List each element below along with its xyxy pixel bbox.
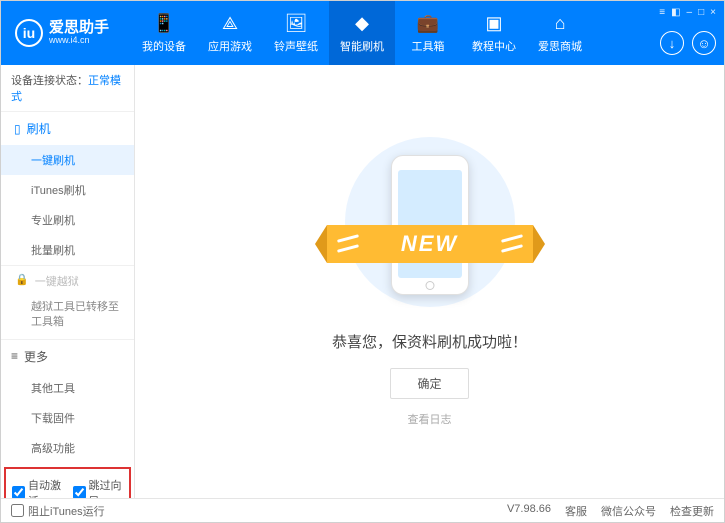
account-button[interactable]: ☺ (692, 31, 716, 55)
nav-toolbox[interactable]: 💼工具箱 (395, 1, 461, 65)
wallpaper-icon: 🖼 (285, 13, 308, 35)
phone-flash-icon: ▯ (14, 122, 21, 136)
download-button[interactable]: ↓ (660, 31, 684, 55)
main-content: NEW 恭喜您，保资料刷机成功啦！ 确定 查看日志 (135, 65, 724, 498)
success-illustration: NEW (345, 137, 515, 307)
apps-icon: ⟁ (222, 13, 238, 35)
phone-icon: 📱 (153, 13, 175, 35)
store-icon: ⌂ (555, 13, 566, 35)
sidebar-item-batch-flash[interactable]: 批量刷机 (1, 235, 134, 266)
checkbox-skip-guide[interactable]: 跳过向导 (73, 477, 124, 498)
sidebar-item-advanced[interactable]: 高级功能 (1, 433, 134, 463)
sidebar-item-pro-flash[interactable]: 专业刷机 (1, 205, 134, 235)
support-link[interactable]: 客服 (565, 503, 587, 519)
success-message: 恭喜您，保资料刷机成功啦！ (332, 331, 527, 352)
sidebar-section-flash[interactable]: ▯刷机 (1, 112, 134, 145)
maximize-icon[interactable]: □ (698, 7, 704, 18)
logo-section: iu 爱思助手 www.i4.cn (1, 19, 131, 47)
app-title: 爱思助手 (49, 20, 109, 37)
sidebar-item-itunes-flash[interactable]: iTunes刷机 (1, 175, 134, 205)
menu-icon[interactable]: ≡ (659, 7, 665, 18)
logo-icon: iu (15, 19, 43, 47)
nav-tutorials[interactable]: ▣教程中心 (461, 1, 527, 65)
sidebar: 设备连接状态：正常模式 ▯刷机 一键刷机 iTunes刷机 专业刷机 批量刷机 … (1, 65, 135, 498)
sidebar-item-oneclick-flash[interactable]: 一键刷机 (1, 145, 134, 175)
new-banner: NEW (327, 225, 533, 263)
nav-ringtones-wallpapers[interactable]: 🖼铃声壁纸 (263, 1, 329, 65)
app-header: iu 爱思助手 www.i4.cn 📱我的设备 ⟁应用游戏 🖼铃声壁纸 ◆智能刷… (1, 1, 724, 65)
status-bar: 阻止iTunes运行 V7.98.66 客服 微信公众号 检查更新 (1, 498, 724, 522)
checkbox-block-itunes[interactable]: 阻止iTunes运行 (11, 503, 105, 519)
minimize-icon[interactable]: – (687, 7, 693, 18)
list-icon: ≡ (11, 349, 18, 363)
wechat-link[interactable]: 微信公众号 (601, 503, 656, 519)
sidebar-section-more[interactable]: ≡更多 (1, 340, 134, 373)
flash-icon: ◆ (355, 13, 369, 35)
version-label: V7.98.66 (507, 503, 551, 519)
close-icon[interactable]: × (710, 7, 716, 18)
jailbreak-note: 越狱工具已转移至工具箱 (1, 296, 134, 340)
sidebar-item-download-firmware[interactable]: 下载固件 (1, 403, 134, 433)
tutorial-icon: ▣ (485, 13, 502, 35)
sidebar-item-other-tools[interactable]: 其他工具 (1, 373, 134, 403)
view-log-link[interactable]: 查看日志 (408, 411, 452, 427)
toolbox-icon: 💼 (417, 13, 439, 35)
nav-apps-games[interactable]: ⟁应用游戏 (197, 1, 263, 65)
nav-store[interactable]: ⌂爱思商城 (527, 1, 593, 65)
confirm-button[interactable]: 确定 (390, 368, 468, 399)
lock-icon: 🔒 (15, 273, 29, 289)
nav-bar: 📱我的设备 ⟁应用游戏 🖼铃声壁纸 ◆智能刷机 💼工具箱 ▣教程中心 ⌂爱思商城 (131, 1, 724, 65)
flash-options-highlight: 自动激活 跳过向导 (4, 467, 131, 498)
connection-status: 设备连接状态：正常模式 (1, 65, 134, 112)
check-update-link[interactable]: 检查更新 (670, 503, 714, 519)
window-controls: ≡ ◧ – □ × (659, 7, 716, 18)
sidebar-item-jailbreak: 🔒一键越狱 (1, 266, 134, 296)
nav-smart-flash[interactable]: ◆智能刷机 (329, 1, 395, 65)
checkbox-auto-activate[interactable]: 自动激活 (12, 477, 63, 498)
app-url: www.i4.cn (49, 36, 109, 46)
skin-icon[interactable]: ◧ (671, 7, 680, 18)
nav-my-device[interactable]: 📱我的设备 (131, 1, 197, 65)
